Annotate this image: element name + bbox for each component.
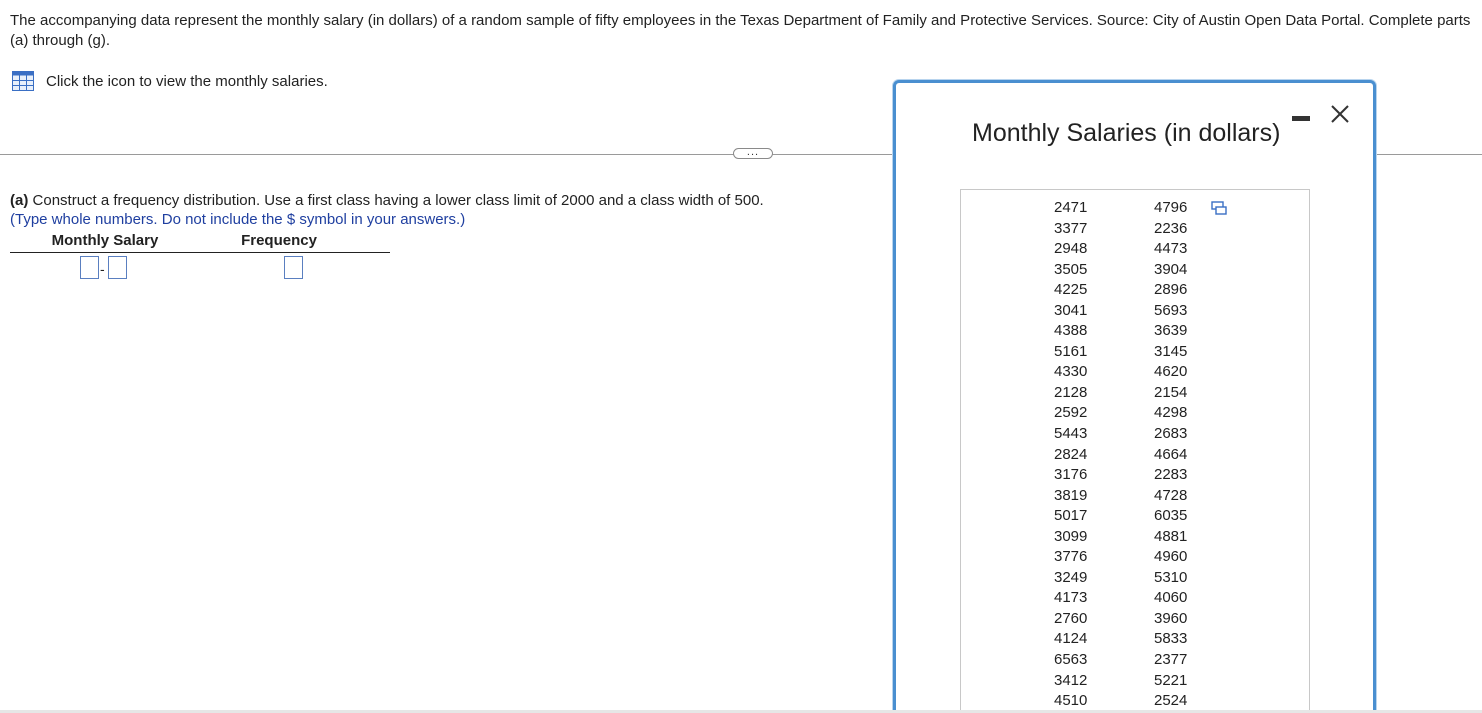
minimize-icon[interactable]: [1292, 116, 1310, 121]
salary-value: 5833: [1154, 630, 1188, 648]
expand-more-button[interactable]: ...: [733, 145, 773, 159]
view-salaries-label[interactable]: Click the icon to view the monthly salar…: [46, 73, 328, 90]
class-lower-limit-input[interactable]: [80, 256, 99, 279]
close-icon[interactable]: [1328, 102, 1352, 126]
salary-value: 3099: [1054, 527, 1088, 545]
part-a-question: (a) Construct a frequency distribution. …: [10, 191, 764, 211]
class-range-dash: -: [100, 261, 105, 277]
salary-value: 4173: [1054, 589, 1088, 607]
popup-title: Monthly Salaries (in dollars): [972, 119, 1281, 147]
frequency-header: Frequency: [241, 232, 317, 249]
salary-value: 2471: [1054, 199, 1088, 216]
salary-value: 2760: [1054, 609, 1088, 627]
salary-value: 4728: [1154, 486, 1188, 504]
salary-value: 2128: [1054, 383, 1088, 401]
salary-value: 3904: [1154, 260, 1188, 278]
salary-value: 6563: [1054, 651, 1088, 669]
salary-value: 3819: [1054, 486, 1088, 504]
salary-value: 3639: [1154, 322, 1188, 340]
part-a-label: (a): [10, 192, 29, 209]
salary-data-table: 2471 3377 2948 3505 4225 3041 4388 5161 4330 2128…: [960, 189, 1310, 713]
salary-value: 5161: [1054, 342, 1088, 360]
salary-value: 2592: [1054, 404, 1088, 422]
frequency-input[interactable]: [284, 256, 303, 279]
salary-value: 4881: [1154, 527, 1188, 545]
copy-icon[interactable]: [1211, 201, 1227, 215]
salary-value: 2524: [1154, 692, 1188, 710]
salary-value: 2283: [1154, 466, 1188, 484]
salaries-popup-window: Monthly Salaries (in dollars) 2471 3377 29…: [893, 80, 1376, 713]
salary-value: 4620: [1154, 363, 1188, 381]
salary-value: 4225: [1054, 281, 1088, 299]
salary-value: 2236: [1154, 219, 1188, 237]
salary-value: 3776: [1054, 548, 1088, 566]
salary-value: 5017: [1054, 507, 1088, 525]
salary-value: 5221: [1154, 671, 1188, 689]
salary-value: 2377: [1154, 651, 1188, 669]
salary-value: 4060: [1154, 589, 1188, 607]
salary-value: 3145: [1154, 342, 1188, 360]
salary-value: 2154: [1154, 383, 1188, 401]
more-dots: ...: [746, 145, 760, 158]
problem-intro: The accompanying data represent the mont…: [10, 12, 1471, 49]
frequency-table-header: Monthly Salary Frequency: [10, 232, 390, 253]
salary-value: 3377: [1054, 219, 1088, 237]
salary-value: 3960: [1154, 609, 1188, 627]
salary-column-1: 2471 3377 2948 3505 4225 3041 4388 5161 4330 2128…: [1054, 198, 1087, 712]
salary-value: 4473: [1154, 240, 1188, 258]
frequency-table-row: -: [10, 253, 390, 283]
view-salaries-link[interactable]: Click the icon to view the monthly salar…: [12, 71, 328, 91]
salary-value: 3041: [1054, 301, 1088, 319]
salary-value: 4510: [1054, 692, 1088, 710]
salary-value: 2824: [1054, 445, 1088, 463]
monthly-salary-header: Monthly Salary: [51, 232, 159, 249]
salary-value: 4664: [1154, 445, 1188, 463]
salary-value: 2896: [1154, 281, 1188, 299]
salary-value: 5443: [1054, 425, 1088, 443]
answer-hint: (Type whole numbers. Do not include the …: [10, 211, 466, 228]
class-upper-limit-input[interactable]: [108, 256, 127, 279]
salary-value: 3412: [1054, 671, 1088, 689]
salary-value: 6035: [1154, 507, 1188, 525]
part-a-text: Construct a frequency distribution. Use …: [32, 192, 764, 209]
salary-value: 3505: [1054, 260, 1088, 278]
salary-value: 3249: [1054, 568, 1088, 586]
salary-value: 4298: [1154, 404, 1188, 422]
salary-value: 4330: [1054, 363, 1088, 381]
salary-value: 4388: [1054, 322, 1088, 340]
salary-value: 5310: [1154, 568, 1188, 586]
salary-value: 2683: [1154, 425, 1188, 443]
salary-value: 5693: [1154, 301, 1188, 319]
salary-value: 4796: [1154, 199, 1188, 216]
salary-value: 4960: [1154, 548, 1188, 566]
table-grid-icon[interactable]: [12, 71, 34, 91]
frequency-table: Monthly Salary Frequency -: [10, 232, 390, 283]
salary-value: 4124: [1054, 630, 1088, 648]
salary-value: 3176: [1054, 466, 1088, 484]
salary-value: 2948: [1054, 240, 1088, 258]
salary-column-2: 4796 2236 4473 3904 2896 5693 3639 3145 4620 2154…: [1154, 198, 1187, 712]
